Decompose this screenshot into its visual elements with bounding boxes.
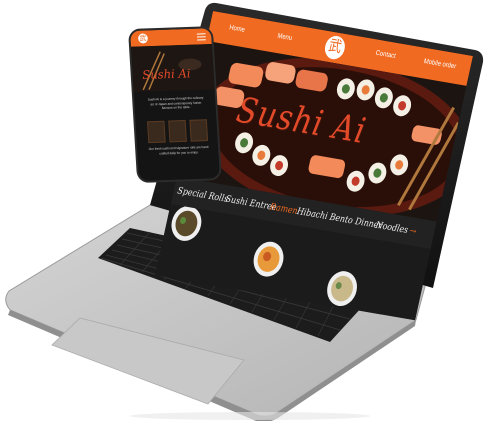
dish-image[interactable] xyxy=(168,204,204,243)
dish-image[interactable] xyxy=(250,239,286,278)
phone-mockup: 武 Sushi Ai Sushi Ai is a journey through… xyxy=(130,28,220,181)
dish-thumbnail[interactable] xyxy=(189,119,209,142)
tab-hibachi[interactable]: Hibachi xyxy=(296,206,329,222)
nav-menu[interactable]: Menu xyxy=(277,33,293,42)
logo-icon[interactable]: 武 xyxy=(137,33,149,44)
dish-image[interactable] xyxy=(324,269,360,308)
device-mockup-scene: Home Menu 武 Contact Mobile order Sushi A… xyxy=(0,0,500,421)
dish-thumbnail[interactable] xyxy=(147,120,166,144)
phone-hero-title: Sushi Ai xyxy=(141,66,191,82)
phone-hero: Sushi Ai xyxy=(130,43,215,93)
phone-info-text: Our fresh sushi and signature rolls are … xyxy=(148,144,209,156)
nav-home[interactable]: Home xyxy=(228,25,245,35)
logo-icon[interactable]: 武 xyxy=(322,34,348,61)
arrow-right-icon[interactable]: → xyxy=(409,225,418,236)
phone-intro-text: Sushi Ai is a journey through the culina… xyxy=(147,95,204,111)
tab-noodles[interactable]: Noodles xyxy=(375,220,409,236)
tab-special-rolls[interactable]: Special Rolls xyxy=(177,185,230,204)
dish-thumbnail[interactable] xyxy=(168,120,187,143)
nav-mobile-order[interactable]: Mobile order xyxy=(423,58,457,70)
hamburger-menu-icon[interactable] xyxy=(196,33,206,41)
tab-ramen[interactable]: Ramen xyxy=(269,201,299,216)
nav-contact[interactable]: Contact xyxy=(375,50,396,60)
